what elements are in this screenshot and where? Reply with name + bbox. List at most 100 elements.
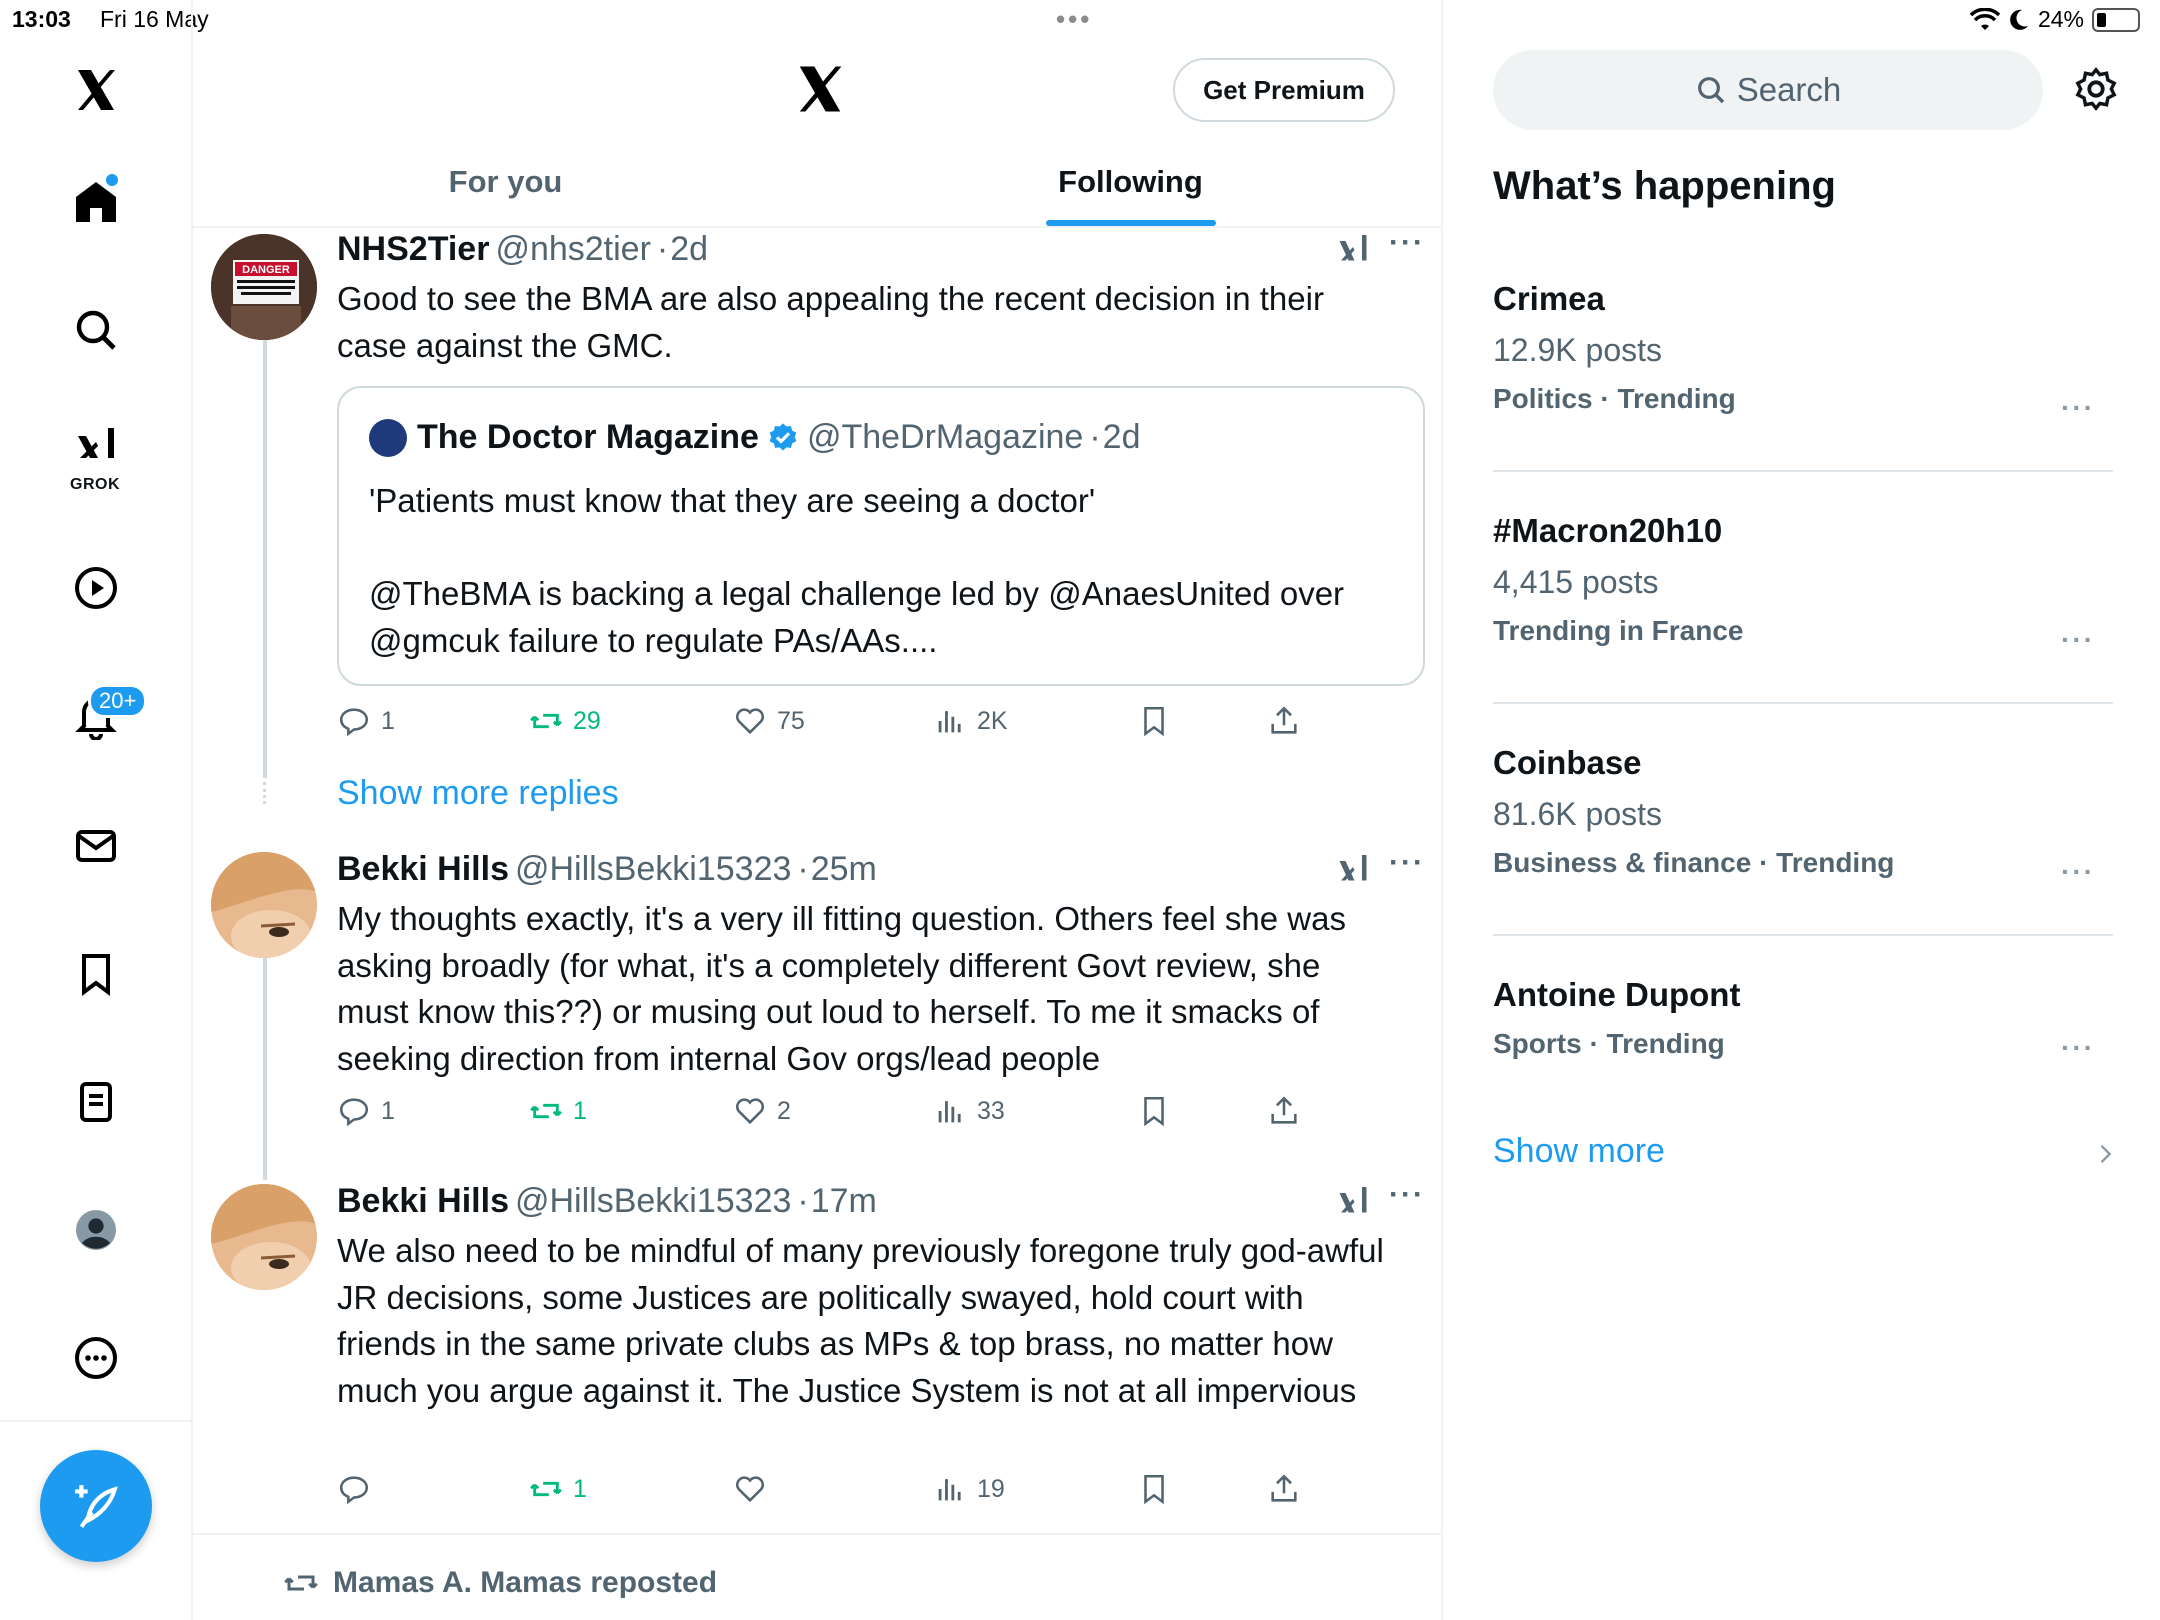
meta-separator: · [797, 850, 809, 888]
trend-more-icon[interactable]: ··· [2061, 1032, 2095, 1064]
views-button[interactable]: 19 [933, 1472, 1005, 1506]
author-handle[interactable]: @HillsBekki15323 [515, 1182, 791, 1220]
trend-name: #Macron20h10 [1493, 512, 1723, 549]
trend-more-icon[interactable]: ··· [2061, 856, 2095, 888]
main-timeline: Get Premium For you Following DANGER NHS… [193, 0, 1443, 1620]
like-count: 75 [777, 706, 805, 735]
grok-icon[interactable] [68, 420, 124, 476]
grok-explain-icon[interactable] [1335, 852, 1371, 888]
post-more-icon[interactable]: ··· [1389, 226, 1425, 260]
profile-avatar-icon[interactable] [68, 1202, 124, 1258]
reply-button[interactable]: 1 [337, 1094, 395, 1128]
repost-count: 29 [573, 706, 601, 735]
meta-separator: · [1089, 418, 1101, 456]
bookmark-button[interactable] [1137, 704, 1171, 738]
post-actions: 1 1 2 33 [337, 1094, 1337, 1134]
post-text: Good to see the BMA are also appealing t… [337, 280, 1324, 364]
share-icon [1271, 1096, 1297, 1124]
quoted-post-header: The Doctor Magazine @TheDrMagazine · 2d [369, 418, 1141, 457]
reply-button[interactable] [337, 1472, 381, 1506]
trend-item[interactable]: Coinbase 81.6K posts Business & finance … [1493, 744, 2113, 887]
author-handle[interactable]: @HillsBekki15323 [515, 850, 791, 888]
search-icon[interactable] [68, 302, 124, 358]
reply-icon [339, 1098, 369, 1127]
svg-text:DANGER: DANGER [242, 264, 290, 276]
tab-for-you[interactable]: For you [193, 150, 818, 226]
repost-button[interactable]: 1 [529, 1472, 587, 1506]
messages-icon[interactable] [68, 818, 124, 874]
x-logo-icon[interactable] [68, 62, 124, 118]
chevron-right-icon[interactable] [2091, 1140, 2119, 1168]
bookmark-button[interactable] [1137, 1472, 1171, 1506]
trend-item[interactable]: #Macron20h10 4,415 posts Trending in Fra… [1493, 512, 2113, 655]
video-icon[interactable] [68, 560, 124, 616]
bookmarks-icon[interactable] [68, 946, 124, 1002]
notifications-badge: 20+ [88, 684, 148, 718]
trend-more-icon[interactable]: ··· [2061, 392, 2095, 424]
bookmark-button[interactable] [1137, 1094, 1171, 1128]
nav-divider [0, 1420, 193, 1422]
like-button[interactable] [733, 1472, 777, 1506]
repost-notice[interactable]: Mamas A. Mamas reposted [283, 1565, 717, 1601]
trend-category: Politics · Trending [1493, 383, 1736, 414]
like-button[interactable]: 75 [733, 704, 805, 738]
share-button[interactable] [1267, 1472, 1301, 1506]
post-header: Bekki Hills @HillsBekki15323·25m [337, 850, 877, 889]
search-icon [1697, 77, 1724, 104]
compose-post-button[interactable] [40, 1450, 152, 1562]
repost-count: 1 [573, 1096, 587, 1125]
post-more-icon[interactable]: ··· [1389, 846, 1425, 880]
views-button[interactable]: 2K [933, 704, 1008, 738]
author-handle[interactable]: @nhs2tier [495, 230, 650, 268]
get-premium-button[interactable]: Get Premium [1173, 58, 1395, 122]
author-name[interactable]: NHS2Tier [337, 230, 489, 268]
home-unread-dot [106, 174, 118, 186]
avatar[interactable] [211, 1184, 317, 1290]
search-input[interactable]: Search [1493, 50, 2043, 130]
lists-icon[interactable] [68, 1074, 124, 1130]
post-actions: 1 29 75 2K [337, 704, 1337, 744]
trend-more-icon[interactable]: ··· [2061, 624, 2095, 656]
post-time[interactable]: 25m [811, 850, 877, 888]
grok-explain-icon[interactable] [1335, 232, 1371, 268]
show-more-link[interactable]: Show more [1493, 1132, 1665, 1171]
like-button[interactable]: 2 [733, 1094, 791, 1128]
compose-feather-icon [75, 1485, 118, 1529]
post-more-icon[interactable]: ··· [1389, 1178, 1425, 1212]
more-options-icon[interactable] [68, 1330, 124, 1386]
share-button[interactable] [1267, 1094, 1301, 1128]
trend-name: Coinbase [1493, 744, 1642, 781]
avatar[interactable]: DANGER [211, 234, 317, 340]
post-time[interactable]: 2d [670, 230, 708, 268]
grok-explain-icon[interactable] [1335, 1184, 1371, 1220]
settings-gear-icon[interactable] [2073, 66, 2119, 112]
repost-notice-text: Mamas A. Mamas reposted [333, 1566, 718, 1599]
tab-following[interactable]: Following [818, 150, 1443, 226]
author-name[interactable]: Bekki Hills [337, 1182, 509, 1220]
heart-icon [735, 708, 765, 735]
post-actions: 1 19 [337, 1472, 1337, 1512]
repost-icon [530, 713, 562, 729]
post-divider [193, 1533, 1443, 1535]
repost-button[interactable]: 1 [529, 1094, 587, 1128]
views-button[interactable]: 33 [933, 1094, 1005, 1128]
meta-separator: · [797, 1182, 809, 1220]
author-name[interactable]: Bekki Hills [337, 850, 509, 888]
repost-button[interactable]: 29 [529, 704, 601, 738]
trend-item[interactable]: Crimea 12.9K posts Politics · Trending ·… [1493, 280, 2113, 423]
x-logo-header-icon[interactable] [793, 62, 847, 116]
trend-item[interactable]: Antoine Dupont Sports · Trending ··· [1493, 976, 2113, 1063]
post-header: Bekki Hills @HillsBekki15323·17m [337, 1182, 877, 1221]
avatar[interactable] [211, 852, 317, 958]
show-more-replies-link[interactable]: Show more replies [337, 774, 619, 813]
bookmark-icon [1144, 1474, 1164, 1505]
reply-button[interactable]: 1 [337, 704, 395, 738]
verified-badge-icon [769, 422, 797, 451]
share-button[interactable] [1267, 704, 1301, 738]
post-time[interactable]: 17m [811, 1182, 877, 1220]
share-icon [1271, 706, 1297, 734]
quoted-author-name: The Doctor Magazine [417, 418, 759, 456]
trend-name: Antoine Dupont [1493, 976, 1741, 1013]
share-icon [1271, 1474, 1297, 1502]
quoted-post[interactable]: The Doctor Magazine @TheDrMagazine · 2d 'P… [337, 386, 1425, 686]
